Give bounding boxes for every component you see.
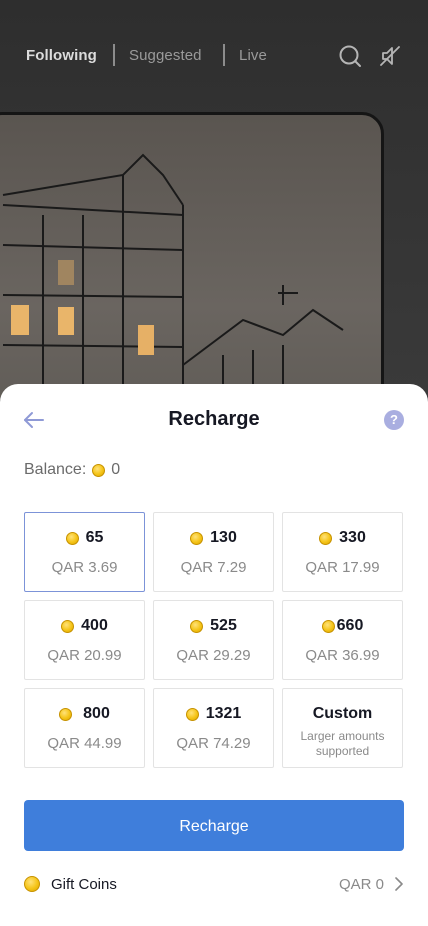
- package-coins: 1321: [205, 705, 242, 722]
- package-coins: 660: [336, 617, 364, 634]
- coin-package-card[interactable]: 130 QAR 7.29: [153, 512, 274, 592]
- coin-icon: [321, 619, 335, 633]
- top-nav: Following Suggested Live: [0, 40, 428, 72]
- tab-separator: [113, 44, 115, 66]
- package-price: QAR 36.99: [305, 647, 380, 664]
- package-price: QAR 17.99: [305, 559, 380, 576]
- sheet-header: Recharge ?: [0, 384, 428, 456]
- video-frame: [0, 112, 384, 400]
- gift-coins-row[interactable]: Gift Coins QAR 0: [24, 868, 404, 900]
- gift-coins-value: QAR 0: [338, 875, 384, 893]
- coin-package-card[interactable]: 400 QAR 20.99: [24, 600, 145, 680]
- question-icon[interactable]: ?: [384, 410, 404, 430]
- coin-package-card[interactable]: 330 QAR 17.99: [282, 512, 403, 592]
- coin-package-card[interactable]: 525 QAR 29.29: [153, 600, 274, 680]
- package-price: QAR 44.99: [47, 735, 122, 752]
- custom-package-card[interactable]: Custom Larger amounts supported: [282, 688, 403, 768]
- package-coins: 525: [210, 617, 237, 634]
- balance-label: Balance:: [24, 461, 87, 478]
- custom-label: Custom: [312, 705, 373, 722]
- coin-icon: [61, 619, 75, 633]
- recharge-button[interactable]: Recharge: [24, 800, 404, 851]
- coin-icon: [24, 876, 40, 892]
- coin-package-card[interactable]: 1321 QAR 74.29: [153, 688, 274, 768]
- package-coins: 330: [339, 529, 366, 546]
- package-price: QAR 20.99: [47, 647, 122, 664]
- recharge-sheet: Recharge ? Balance: 0 65 QAR 3.69 130 QA…: [0, 384, 428, 926]
- custom-sublabel: Larger amounts supported: [300, 729, 385, 758]
- coin-package-card[interactable]: 660 QAR 36.99: [282, 600, 403, 680]
- search-icon[interactable]: [338, 44, 362, 68]
- chevron-right-icon: [395, 877, 403, 891]
- coin-package-card[interactable]: 800 QAR 44.99: [24, 688, 145, 768]
- coin-package-card[interactable]: 65 QAR 3.69: [24, 512, 145, 592]
- package-coins: 130: [210, 529, 237, 546]
- coin-icon: [190, 531, 204, 545]
- package-coins: 400: [81, 617, 108, 634]
- tab-suggested[interactable]: Suggested: [129, 47, 202, 64]
- package-price: QAR 7.29: [180, 559, 247, 576]
- package-price: QAR 29.29: [176, 647, 251, 664]
- coin-icon: [319, 531, 333, 545]
- balance-value: 0: [111, 461, 121, 478]
- coin-icon: [65, 531, 79, 545]
- tab-following[interactable]: Following: [26, 47, 97, 64]
- balance-row: Balance: 0: [24, 461, 120, 479]
- mute-icon[interactable]: [378, 44, 402, 68]
- coin-icon: [185, 707, 199, 721]
- video-background[interactable]: Following Suggested Live: [0, 0, 428, 400]
- sheet-title: Recharge: [168, 408, 260, 430]
- coin-icon: [92, 463, 106, 477]
- coin-icon: [190, 619, 204, 633]
- package-price: QAR 3.69: [51, 559, 118, 576]
- gift-coins-label: Gift Coins: [51, 875, 117, 893]
- tab-live[interactable]: Live: [239, 47, 267, 64]
- package-grid: 65 QAR 3.69 130 QAR 7.29 330 QAR 17.99 4…: [24, 512, 403, 768]
- coin-icon: [59, 707, 73, 721]
- package-coins: 800: [83, 705, 110, 722]
- building-illustration: [2, 153, 344, 400]
- package-coins: 65: [85, 529, 104, 546]
- package-price: QAR 74.29: [176, 735, 251, 752]
- tab-separator: [223, 44, 225, 66]
